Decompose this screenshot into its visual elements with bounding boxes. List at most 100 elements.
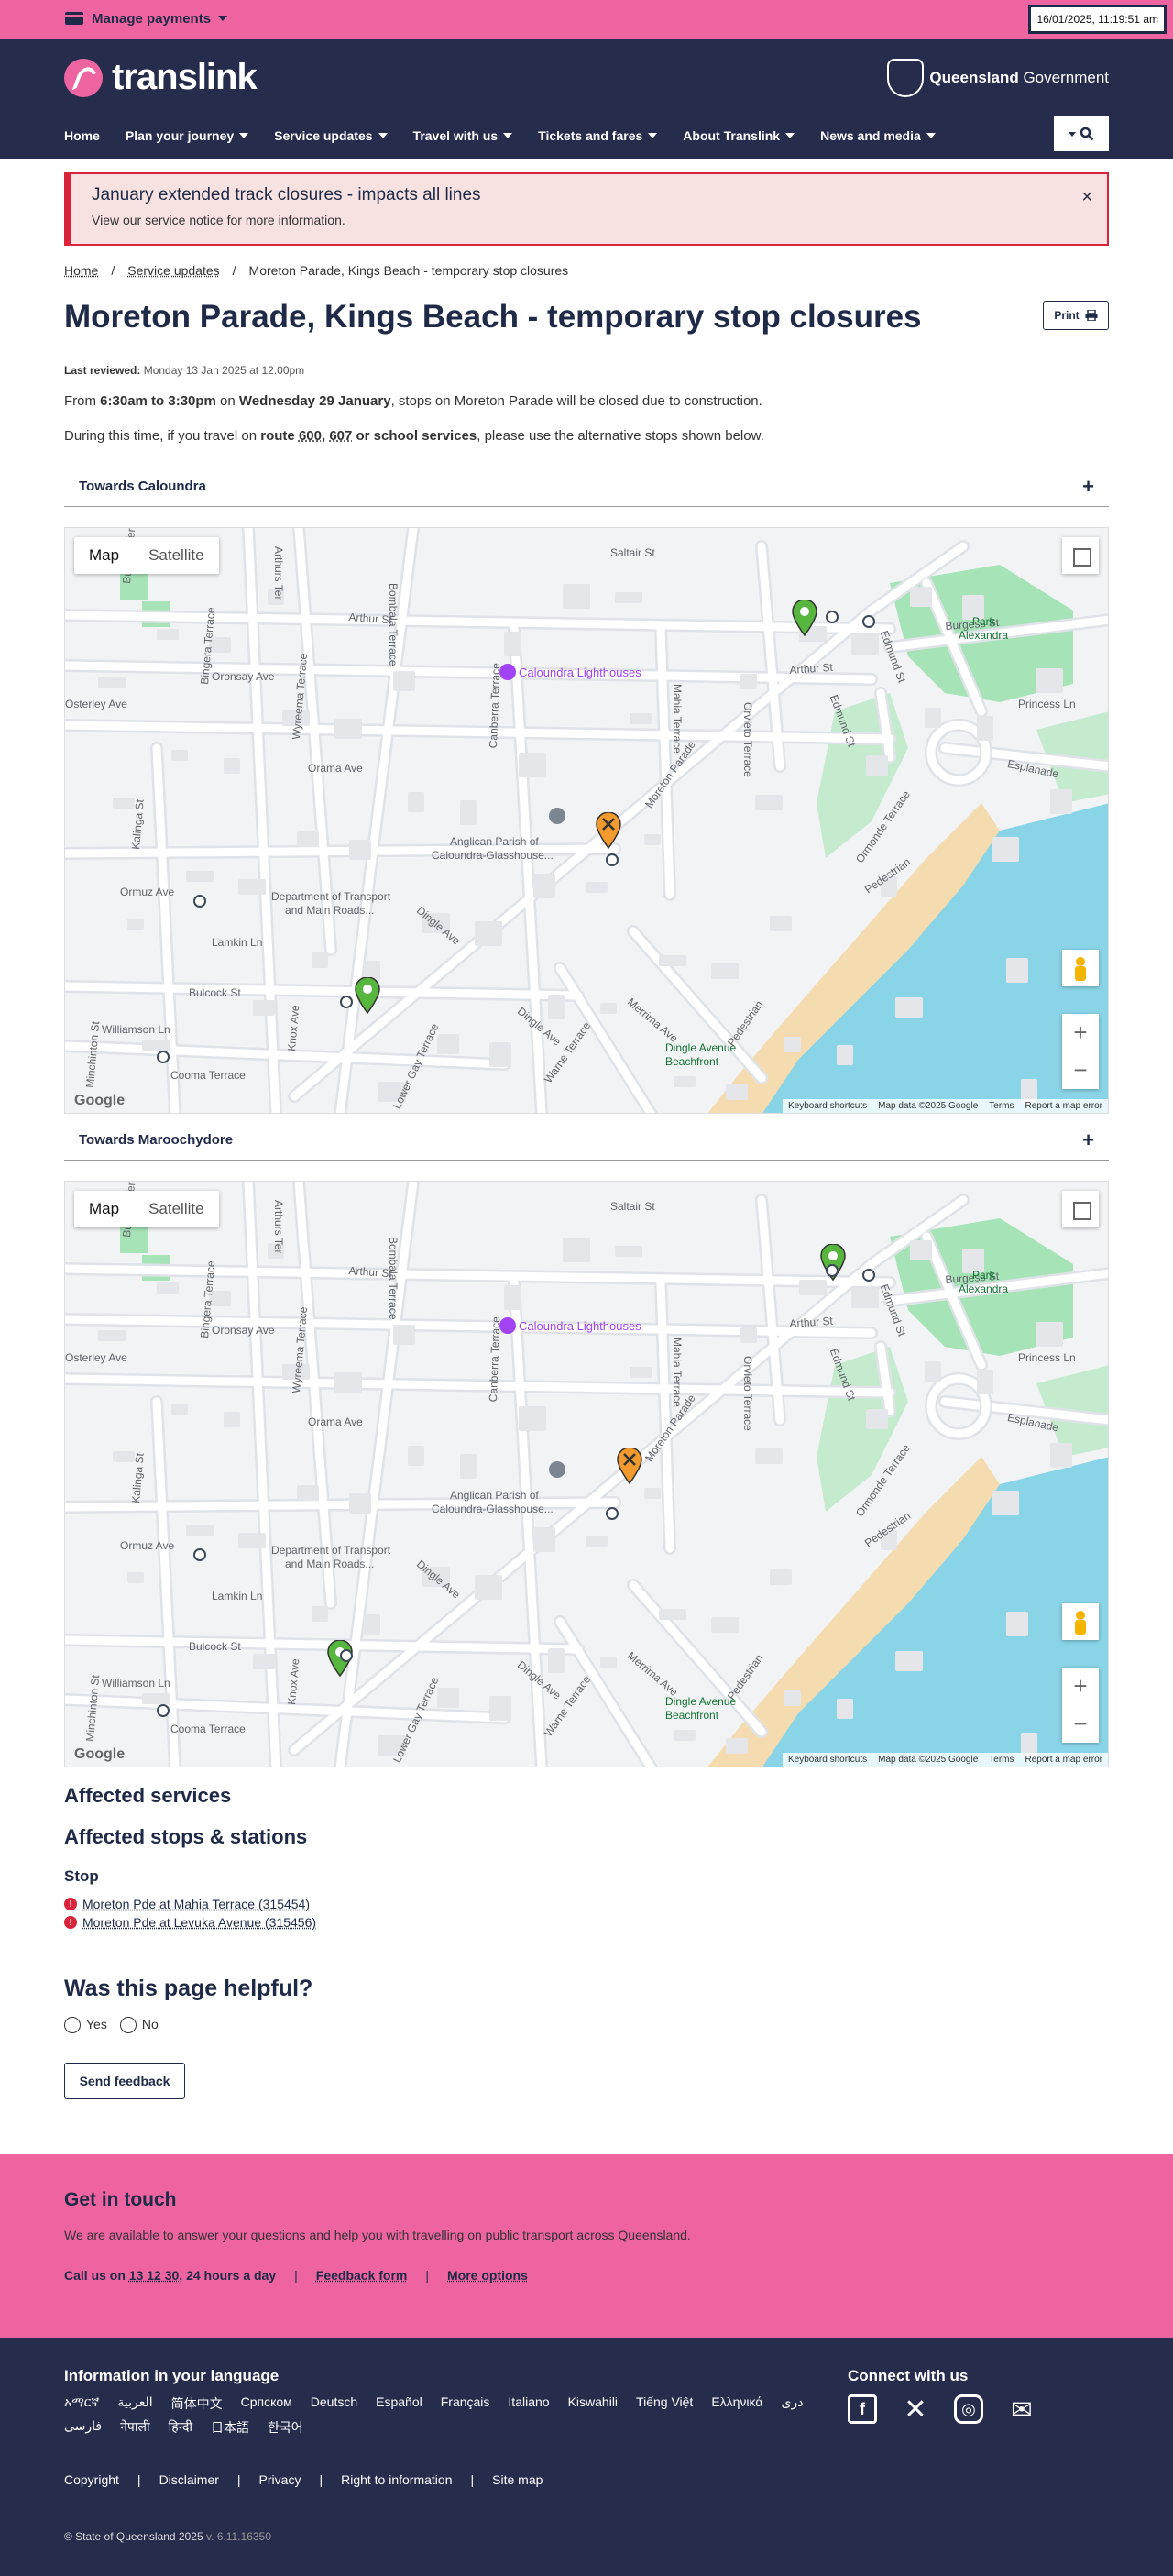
bus-stop-icon[interactable] [826, 1264, 839, 1277]
more-options-link[interactable]: More options [447, 2268, 528, 2283]
route-607-link[interactable]: 607 [329, 428, 352, 444]
language-link[interactable]: Deutsch [311, 2394, 357, 2413]
bus-stop-icon[interactable] [826, 611, 839, 623]
attribution-link[interactable]: Map data ©2025 Google [878, 1101, 978, 1111]
map-label: Arthurs Ter [272, 546, 285, 600]
language-link[interactable]: دری [781, 2394, 803, 2413]
attribution-link[interactable]: Keyboard shortcuts [788, 1101, 867, 1111]
language-link[interactable]: Ελληνικά [711, 2394, 762, 2413]
yes-radio[interactable] [64, 2017, 81, 2034]
bus-stop-icon[interactable] [606, 1507, 619, 1520]
accordion-towards-caloundra[interactable]: Towards Caloundra + [64, 467, 1109, 507]
facebook-icon[interactable]: f [848, 2394, 877, 2424]
language-link[interactable]: 한국어 [268, 2418, 303, 2437]
copyright-link[interactable]: Copyright [64, 2472, 119, 2487]
stop-pin-green-icon[interactable] [792, 599, 817, 639]
queensland-government-logo[interactable]: Queensland Government [887, 59, 1109, 97]
stop-pin-green-icon[interactable] [355, 976, 380, 1017]
map-type-satellite-button[interactable]: Satellite [134, 537, 218, 574]
stop-link-315456[interactable]: Moreton Pde at Levuka Avenue (315456) [82, 1915, 316, 1930]
accordion-towards-maroochydore[interactable]: Towards Maroochydore + [64, 1120, 1109, 1161]
nav-item-plan-your-journey[interactable]: Plan your journey [126, 128, 249, 143]
bus-stop-icon[interactable] [193, 895, 206, 908]
attribution-link[interactable]: Terms [989, 1101, 1014, 1111]
privacy-link[interactable]: Privacy [259, 2472, 301, 2487]
lighthouse-poi-icon[interactable] [499, 664, 516, 680]
zoom-out-button[interactable]: − [1073, 1710, 1087, 1738]
service-notice-link[interactable]: service notice [145, 213, 224, 227]
translink-logo[interactable]: translink [64, 57, 258, 98]
site-map-link[interactable]: Site map [492, 2472, 543, 2487]
fullscreen-icon[interactable] [1062, 1191, 1099, 1227]
stop-pin-closed-icon[interactable] [617, 1447, 642, 1487]
language-link[interactable]: नेपाली [120, 2418, 149, 2437]
attribution-link[interactable]: Terms [989, 1755, 1014, 1765]
map-type-satellite-button[interactable]: Satellite [134, 1191, 218, 1227]
bus-stop-icon[interactable] [157, 1051, 170, 1063]
pegman-icon[interactable] [1062, 1603, 1099, 1640]
nav-item-travel-with-us[interactable]: Travel with us [413, 128, 513, 143]
bus-stop-icon[interactable] [606, 853, 619, 866]
bus-stop-icon[interactable] [340, 1649, 353, 1662]
language-link[interactable]: Español [376, 2394, 422, 2413]
close-icon[interactable]: × [1081, 187, 1092, 208]
zoom-in-button[interactable]: + [1073, 1018, 1087, 1047]
no-radio[interactable] [119, 2017, 137, 2034]
lighthouse-poi-icon[interactable] [499, 1317, 516, 1334]
feedback-no-option[interactable]: No [119, 2017, 159, 2034]
map-towards-maroochydore[interactable]: Saltair St Arthur St Burgess St Arthur St Or… [64, 1181, 1109, 1767]
language-link[interactable]: Српском [241, 2394, 292, 2413]
zoom-out-button[interactable]: − [1073, 1056, 1087, 1084]
right-to-information-link[interactable]: Right to information [341, 2472, 452, 2487]
church-poi-icon[interactable] [549, 1461, 565, 1478]
print-button[interactable]: Print [1043, 301, 1109, 330]
bus-stop-icon[interactable] [157, 1704, 170, 1717]
language-link[interactable]: فارسی [64, 2418, 102, 2437]
fullscreen-icon[interactable] [1062, 537, 1099, 574]
language-link[interactable]: हिन्दी [169, 2418, 192, 2437]
language-link[interactable]: Français [441, 2394, 490, 2413]
attribution-link[interactable]: Report a map error [1025, 1755, 1102, 1765]
phone-link[interactable]: 13 12 30 [129, 2268, 180, 2283]
breadcrumb-service-updates[interactable]: Service updates [127, 263, 219, 278]
map-type-map-button[interactable]: Map [74, 1191, 134, 1227]
nav-item-home[interactable]: Home [64, 128, 100, 143]
search-button[interactable] [1054, 116, 1109, 151]
breadcrumb-home[interactable]: Home [64, 263, 98, 278]
bus-stop-icon[interactable] [862, 1269, 875, 1282]
map-type-map-button[interactable]: Map [74, 537, 134, 574]
bus-stop-icon[interactable] [340, 996, 353, 1008]
attribution-link[interactable]: Keyboard shortcuts [788, 1755, 867, 1765]
zoom-in-button[interactable]: + [1073, 1672, 1087, 1701]
nav-item-tickets-and-fares[interactable]: Tickets and fares [538, 128, 658, 143]
nav-item-service-updates[interactable]: Service updates [274, 128, 388, 143]
disclaimer-link[interactable]: Disclaimer [159, 2472, 219, 2487]
pegman-icon[interactable] [1062, 950, 1099, 986]
stop-link-315454[interactable]: Moreton Pde at Mahia Terrace (315454) [82, 1897, 310, 1911]
attribution-link[interactable]: Map data ©2025 Google [878, 1755, 978, 1765]
bus-stop-icon[interactable] [193, 1548, 206, 1561]
stop-pin-closed-icon[interactable] [596, 811, 621, 852]
nav-item-about-translink[interactable]: About Translink [683, 128, 795, 143]
language-link[interactable]: 简体中文 [171, 2394, 223, 2413]
language-link[interactable]: 日本語 [211, 2418, 249, 2437]
map-towards-caloundra[interactable]: Saltair St Arthur St Burgess St Arthur St Or… [64, 527, 1109, 1114]
manage-payments-menu[interactable]: Manage payments [64, 8, 228, 28]
language-link[interactable]: Italiano [508, 2394, 549, 2413]
instagram-icon[interactable]: ◎ [954, 2394, 983, 2424]
language-link[interactable]: العربية [117, 2394, 152, 2413]
bus-stop-icon[interactable] [862, 615, 875, 628]
feedback-form-link[interactable]: Feedback form [316, 2268, 408, 2283]
route-600-link[interactable]: 600 [299, 428, 322, 444]
x-twitter-icon[interactable]: ✕ [901, 2394, 930, 2425]
email-icon[interactable]: ✉ [1007, 2394, 1036, 2424]
nav-item-news-and-media[interactable]: News and media [820, 128, 936, 143]
church-poi-icon[interactable] [549, 808, 565, 824]
feedback-yes-option[interactable]: Yes [64, 2017, 107, 2034]
language-link[interactable]: Tiếng Việt [636, 2394, 693, 2413]
attribution-link[interactable]: Report a map error [1025, 1101, 1102, 1111]
map-label: Dingle Avenue [665, 1041, 737, 1054]
language-link[interactable]: አማርኛ [64, 2394, 99, 2413]
language-link[interactable]: Kiswahili [568, 2394, 618, 2413]
send-feedback-button[interactable]: Send feedback [64, 2063, 185, 2099]
